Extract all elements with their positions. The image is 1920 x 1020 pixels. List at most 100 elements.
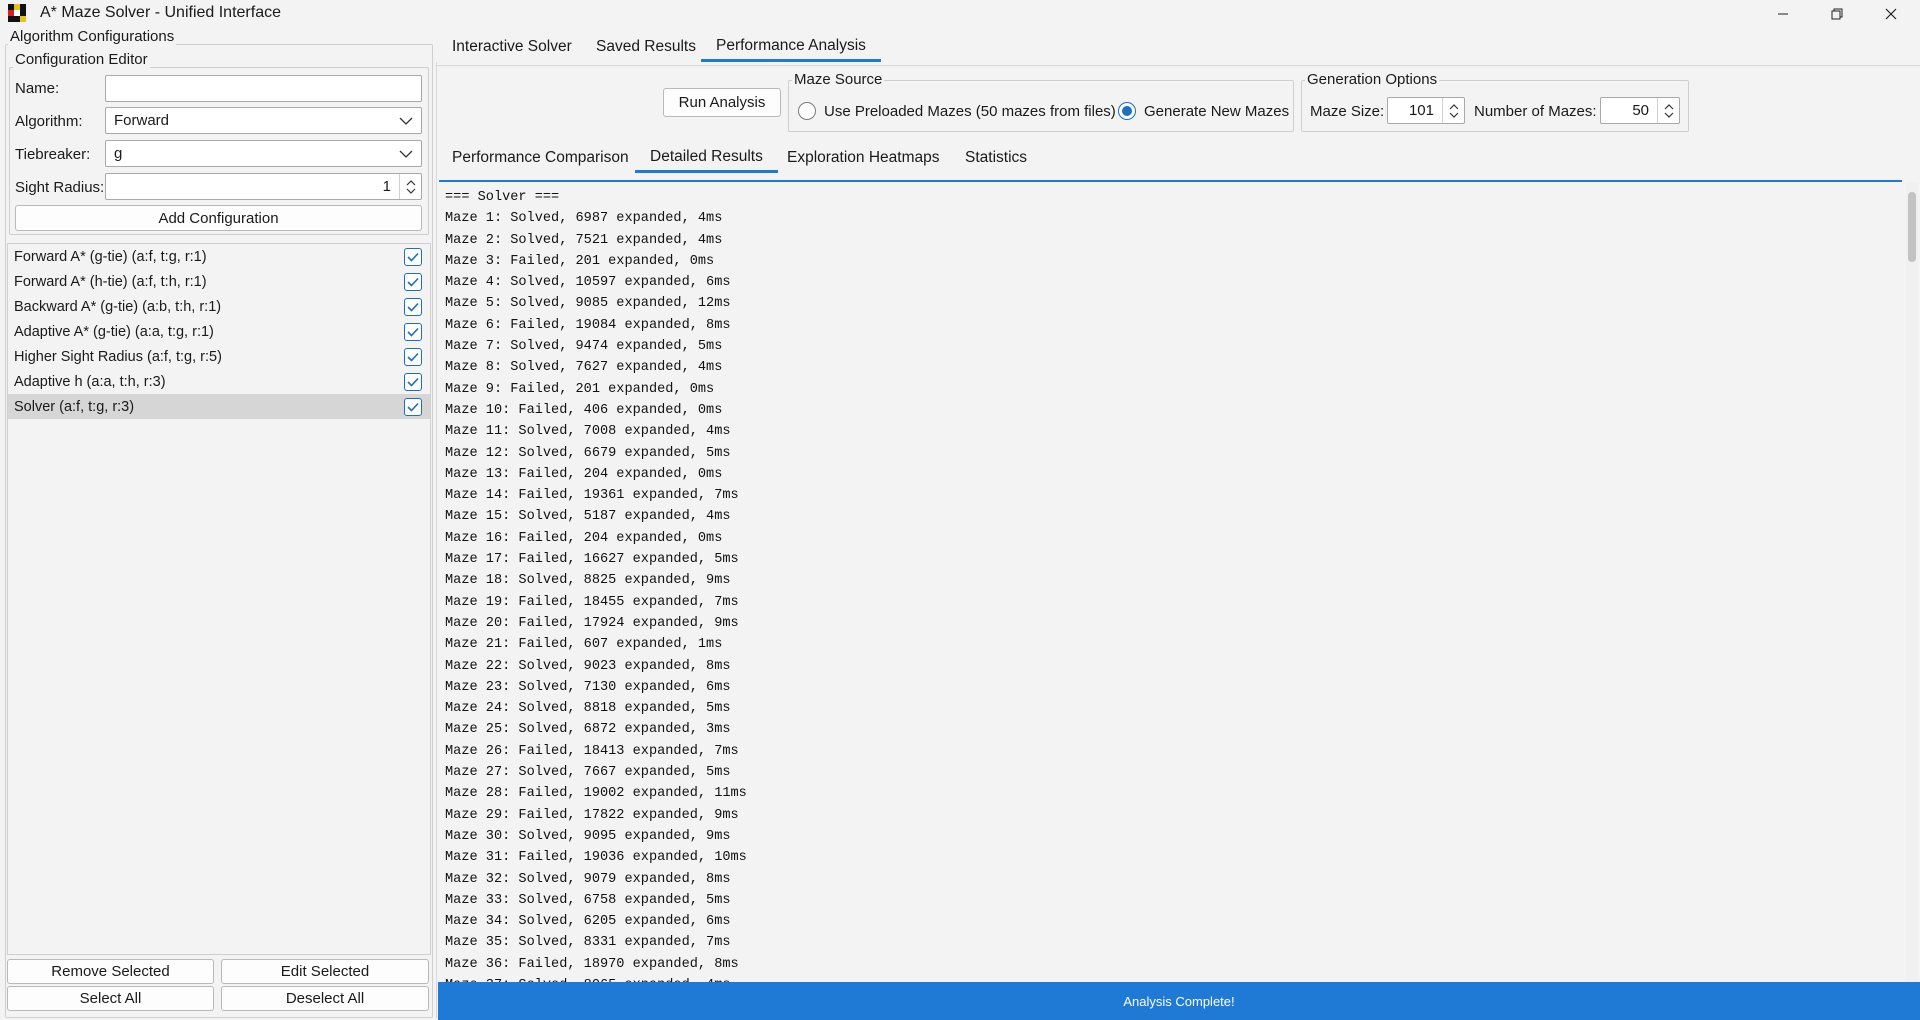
- edit-selected-button[interactable]: Edit Selected: [221, 959, 429, 984]
- name-input[interactable]: [105, 75, 422, 102]
- config-item-selected[interactable]: Solver (a:f, t:g, r:3): [8, 394, 430, 419]
- result-line: Maze 5: Solved, 9085 expanded, 12ms: [445, 296, 731, 312]
- result-line: Maze 35: Solved, 8331 expanded, 7ms: [445, 935, 731, 951]
- remove-selected-button[interactable]: Remove Selected: [7, 959, 214, 984]
- algorithm-configurations-title: Algorithm Configurations: [8, 28, 177, 45]
- config-item[interactable]: Higher Sight Radius (a:f, t:g, r:5): [8, 344, 430, 369]
- results-header: === Solver ===: [445, 190, 560, 205]
- result-line: Maze 6: Failed, 19084 expanded, 8ms: [445, 317, 731, 333]
- config-item-label: Forward A* (h-tie) (a:f, t:h, r:1): [14, 273, 207, 290]
- check-icon: [407, 327, 419, 337]
- close-button[interactable]: [1864, 0, 1918, 27]
- result-line: Maze 4: Solved, 10597 expanded, 6ms: [445, 275, 731, 291]
- result-line: Maze 19: Failed, 18455 expanded, 7ms: [445, 594, 739, 610]
- maximize-button[interactable]: [1810, 0, 1864, 27]
- config-item-label: Backward A* (g-tie) (a:b, t:h, r:1): [14, 298, 222, 315]
- tiebreaker-select[interactable]: g: [105, 140, 422, 167]
- result-line: Maze 23: Solved, 7130 expanded, 6ms: [445, 679, 731, 695]
- use-preloaded-radio[interactable]: Use Preloaded Mazes (50 mazes from files…: [798, 102, 1116, 120]
- result-line: Maze 26: Failed, 18413 expanded, 7ms: [445, 743, 739, 759]
- result-line: Maze 27: Solved, 7667 expanded, 5ms: [445, 765, 731, 781]
- result-line: Maze 14: Failed, 19361 expanded, 7ms: [445, 488, 739, 504]
- check-icon: [407, 352, 419, 362]
- configuration-editor-title: Configuration Editor: [13, 51, 150, 68]
- generation-options-title: Generation Options: [1305, 71, 1440, 88]
- config-item[interactable]: Forward A* (g-tie) (a:f, t:g, r:1): [8, 244, 430, 269]
- tab-exploration-heatmaps[interactable]: Exploration Heatmaps: [772, 143, 955, 173]
- tab-interactive-solver[interactable]: Interactive Solver: [437, 32, 587, 62]
- spinner-arrows-icon[interactable]: [1442, 98, 1464, 123]
- tab-performance-analysis[interactable]: Performance Analysis: [701, 32, 881, 62]
- config-item[interactable]: Backward A* (g-tie) (a:b, t:h, r:1): [8, 294, 430, 319]
- result-line: Maze 18: Solved, 8825 expanded, 9ms: [445, 573, 731, 589]
- deselect-all-button[interactable]: Deselect All: [221, 986, 429, 1011]
- app-logo-icon: [8, 4, 26, 22]
- result-line: Maze 3: Failed, 201 expanded, 0ms: [445, 253, 715, 269]
- status-bar: Analysis Complete!: [438, 982, 1920, 1020]
- radio-unchecked-icon[interactable]: [798, 102, 816, 120]
- detailed-results-text[interactable]: === Solver === Maze 1: Solved, 6987 expa…: [439, 180, 1902, 982]
- spinner-arrows-icon[interactable]: [1657, 98, 1679, 123]
- status-text: Analysis Complete!: [1123, 993, 1235, 1009]
- window-title: A* Maze Solver - Unified Interface: [40, 4, 281, 21]
- chevron-down-icon: [399, 150, 413, 158]
- maze-size-label: Maze Size:: [1310, 103, 1385, 120]
- generate-new-label: Generate New Mazes: [1144, 102, 1290, 120]
- config-checkbox[interactable]: [404, 297, 422, 316]
- select-all-button[interactable]: Select All: [7, 986, 214, 1011]
- result-line: Maze 15: Solved, 5187 expanded, 4ms: [445, 509, 731, 525]
- config-checkbox[interactable]: [404, 247, 422, 266]
- algorithm-label: Algorithm:: [15, 113, 83, 130]
- result-line: Maze 22: Solved, 9023 expanded, 8ms: [445, 658, 731, 674]
- config-checkbox[interactable]: [404, 397, 422, 416]
- number-of-mazes-spinner[interactable]: 50: [1600, 97, 1680, 124]
- maze-size-value: 101: [1408, 102, 1434, 119]
- check-icon: [407, 277, 419, 287]
- title-bar: A* Maze Solver - Unified Interface: [0, 0, 1920, 27]
- check-icon: [407, 377, 419, 387]
- generate-new-radio[interactable]: Generate New Mazes: [1118, 102, 1289, 120]
- close-icon: [1885, 8, 1897, 19]
- maze-size-spinner[interactable]: 101: [1387, 97, 1465, 124]
- tiebreaker-label: Tiebreaker:: [15, 146, 91, 163]
- tab-saved-results[interactable]: Saved Results: [581, 32, 711, 62]
- spinner-arrows-icon[interactable]: [399, 174, 421, 199]
- result-line: Maze 16: Failed, 204 expanded, 0ms: [445, 530, 723, 546]
- config-item[interactable]: Adaptive A* (g-tie) (a:a, t:g, r:1): [8, 319, 430, 344]
- panel-divider[interactable]: [436, 62, 437, 1018]
- config-checkbox[interactable]: [404, 272, 422, 291]
- result-line: Maze 31: Failed, 19036 expanded, 10ms: [445, 850, 747, 866]
- result-line: Maze 24: Solved, 8818 expanded, 5ms: [445, 701, 731, 717]
- check-icon: [407, 402, 419, 412]
- result-line: Maze 8: Solved, 7627 expanded, 4ms: [445, 360, 723, 376]
- results-scrollbar[interactable]: [1906, 182, 1918, 982]
- config-checkbox[interactable]: [404, 347, 422, 366]
- tab-statistics[interactable]: Statistics: [950, 143, 1042, 173]
- add-configuration-button[interactable]: Add Configuration: [15, 205, 422, 231]
- result-line: Maze 29: Failed, 17822 expanded, 9ms: [445, 807, 739, 823]
- sight-radius-spinner[interactable]: 1: [105, 173, 422, 200]
- config-item-label: Adaptive A* (g-tie) (a:a, t:g, r:1): [14, 323, 214, 340]
- results-text: === Solver === Maze 1: Solved, 6987 expa…: [439, 182, 1902, 982]
- tab-detailed-results[interactable]: Detailed Results: [635, 143, 778, 173]
- check-icon: [407, 252, 419, 262]
- radio-checked-icon[interactable]: [1118, 102, 1136, 120]
- run-analysis-button[interactable]: Run Analysis: [663, 88, 781, 117]
- name-label: Name:: [15, 80, 60, 97]
- config-item-label: Higher Sight Radius (a:f, t:g, r:5): [14, 348, 222, 365]
- config-checkbox[interactable]: [404, 322, 422, 341]
- config-checkbox[interactable]: [404, 372, 422, 391]
- result-line: Maze 20: Failed, 17924 expanded, 9ms: [445, 615, 739, 631]
- configuration-list: Forward A* (g-tie) (a:f, t:g, r:1) Forwa…: [7, 243, 431, 955]
- scrollbar-thumb[interactable]: [1908, 192, 1916, 262]
- tab-performance-comparison[interactable]: Performance Comparison: [437, 143, 644, 173]
- config-item[interactable]: Adaptive h (a:a, t:h, r:3): [8, 369, 430, 394]
- minimize-button[interactable]: [1756, 0, 1810, 27]
- algorithm-select[interactable]: Forward: [105, 107, 422, 134]
- result-line: Maze 10: Failed, 406 expanded, 0ms: [445, 402, 723, 418]
- config-item[interactable]: Forward A* (h-tie) (a:f, t:h, r:1): [8, 269, 430, 294]
- config-item-label: Adaptive h (a:a, t:h, r:3): [14, 373, 166, 390]
- algorithm-value: Forward: [114, 112, 170, 129]
- config-item-label: Forward A* (g-tie) (a:f, t:g, r:1): [14, 248, 207, 265]
- minimize-icon: [1778, 13, 1788, 14]
